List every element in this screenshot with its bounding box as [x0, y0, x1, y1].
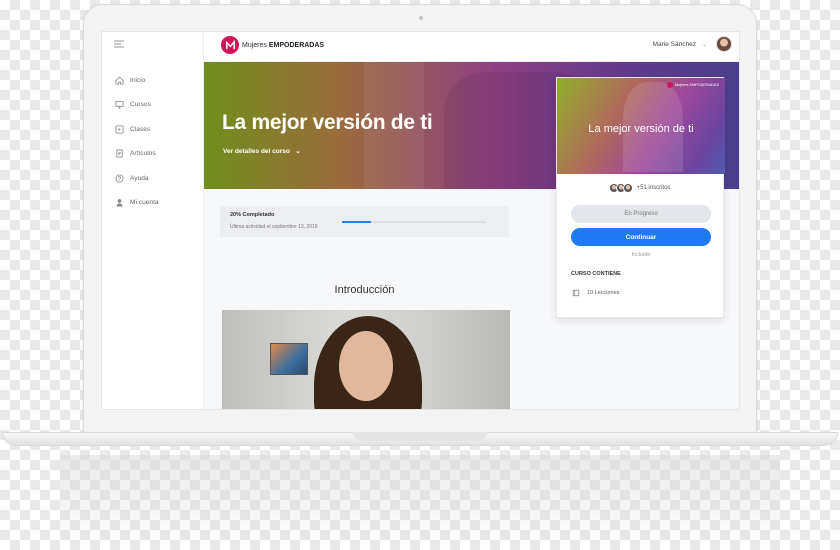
- avatar[interactable]: [716, 36, 732, 52]
- document-icon: [114, 149, 124, 159]
- enrolled-count: +51 inscritos: [557, 183, 725, 193]
- user-menu[interactable]: Marie Sánchez ⌄: [653, 41, 707, 48]
- section-title: Introducción: [334, 284, 395, 296]
- sidebar: Inicio Cursos Clases Artículos Ayuda Mi …: [102, 32, 204, 409]
- chevron-down-icon: ⌄: [291, 148, 301, 155]
- sidebar-item-inicio[interactable]: Inicio: [114, 68, 159, 93]
- included-label: Incluido: [631, 252, 651, 258]
- video-person-face: [339, 331, 393, 401]
- avatar: [622, 183, 633, 193]
- lesson-video[interactable]: [222, 310, 510, 409]
- in-progress-button[interactable]: En Progreso: [571, 205, 711, 223]
- brand-logo-icon: [666, 82, 673, 88]
- sidebar-item-mi-cuenta[interactable]: Mi cuenta: [114, 191, 159, 216]
- thumbnail-brand: Mujeres EMPODERADAS: [666, 82, 719, 88]
- laptop-notch: [353, 432, 487, 441]
- lessons-count: 10 Lecciones: [571, 288, 619, 298]
- course-card: Mujeres EMPODERADAS La mejor versión de …: [556, 77, 725, 318]
- menu-toggle-icon[interactable]: [114, 40, 124, 48]
- last-activity: Última actividad el septiembre 13, 2019: [230, 224, 318, 230]
- laptop-reflection: [60, 455, 780, 550]
- course-contains-title: CURSO CONTIENE: [571, 271, 621, 277]
- sidebar-item-clases[interactable]: Clases: [114, 117, 159, 142]
- help-icon: [114, 173, 124, 183]
- enrolled-avatars: [608, 183, 633, 193]
- sidebar-item-label: Ayuda: [130, 174, 149, 182]
- progress-bar: [342, 221, 486, 223]
- app-screen: Inicio Cursos Clases Artículos Ayuda Mi …: [101, 31, 740, 410]
- video-painting: [270, 343, 308, 375]
- sidebar-nav: Inicio Cursos Clases Artículos Ayuda Mi …: [114, 68, 159, 215]
- sidebar-item-label: Cursos: [130, 101, 151, 109]
- sidebar-item-label: Mi cuenta: [130, 199, 159, 207]
- course-thumbnail: Mujeres EMPODERADAS La mejor versión de …: [557, 78, 725, 174]
- user-name: Marie Sánchez: [652, 41, 696, 48]
- book-icon: [571, 288, 581, 298]
- sidebar-item-label: Artículos: [130, 150, 156, 158]
- progress-label: 20% Completado: [230, 212, 275, 218]
- brand-logo[interactable]: Mujeres EMPODERADAS: [221, 36, 324, 54]
- home-icon: [114, 75, 124, 85]
- continue-button[interactable]: Continuar: [571, 228, 711, 246]
- monitor-icon: [114, 100, 124, 110]
- sidebar-item-ayuda[interactable]: Ayuda: [114, 166, 159, 191]
- camera-dot: [419, 16, 423, 20]
- top-bar: Mujeres EMPODERADAS Marie Sánchez ⌄: [204, 32, 739, 62]
- brand-name: Mujeres EMPODERADAS: [242, 41, 325, 49]
- thumbnail-title: La mejor versión de ti: [588, 123, 694, 135]
- sidebar-item-cursos[interactable]: Cursos: [114, 93, 159, 118]
- play-icon: [114, 124, 124, 134]
- sidebar-item-label: Clases: [130, 125, 151, 133]
- sidebar-item-label: Inicio: [130, 76, 146, 84]
- progress-card: 20% Completado Última actividad el septi…: [220, 206, 509, 237]
- progress-bar-fill: [342, 221, 371, 223]
- user-icon: [114, 198, 124, 208]
- sidebar-item-articulos[interactable]: Artículos: [114, 142, 159, 167]
- chevron-down-icon: ⌄: [701, 42, 707, 48]
- course-title: La mejor versión de ti: [222, 111, 433, 134]
- brand-logo-icon: [221, 36, 239, 54]
- course-details-link[interactable]: Ver detalles del curso ⌄: [223, 147, 301, 155]
